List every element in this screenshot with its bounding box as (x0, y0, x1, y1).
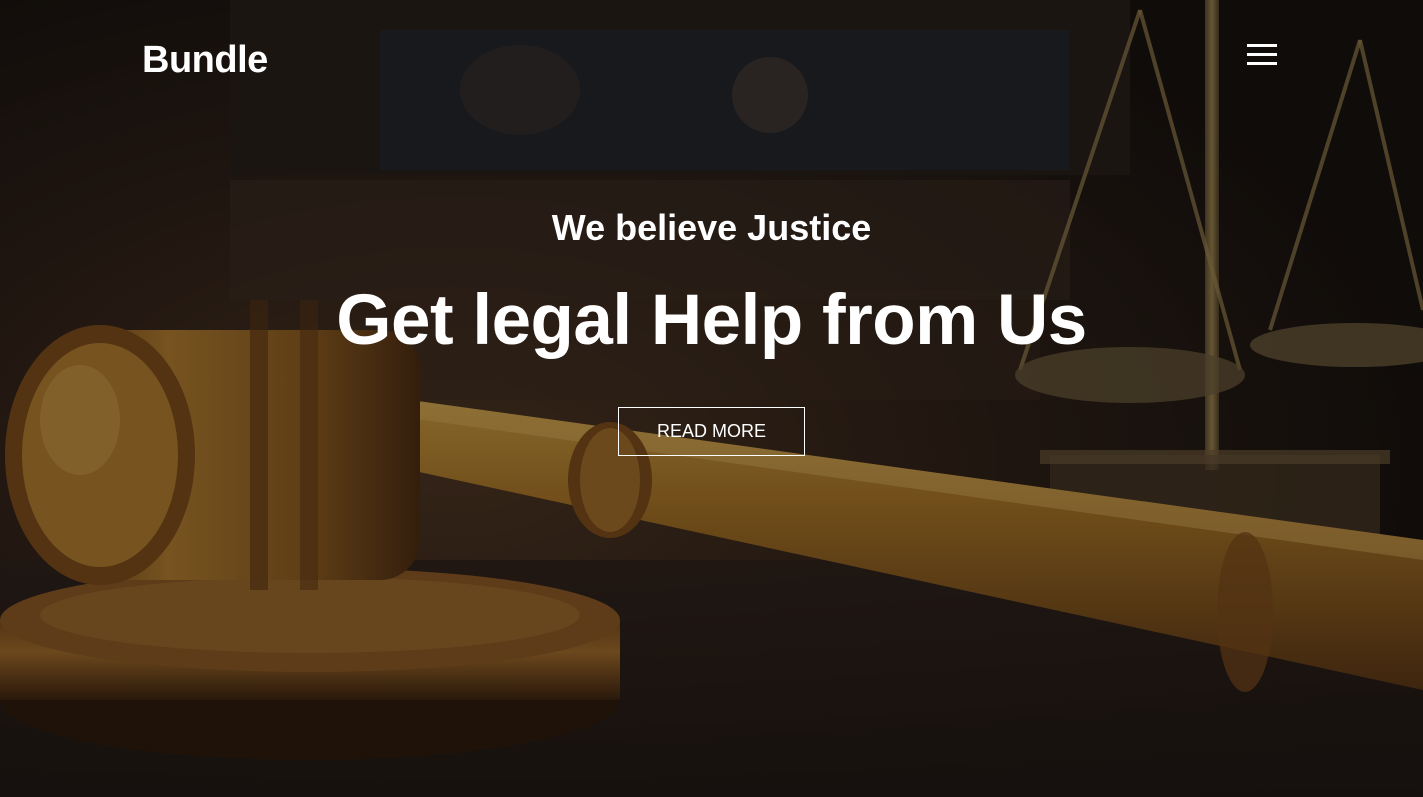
read-more-button[interactable]: READ MORE (618, 407, 805, 456)
hero-headline: Get legal Help from Us (336, 281, 1087, 360)
hero-content: We believe Justice Get legal Help from U… (0, 0, 1423, 797)
hero-eyebrow: We believe Justice (551, 207, 872, 248)
